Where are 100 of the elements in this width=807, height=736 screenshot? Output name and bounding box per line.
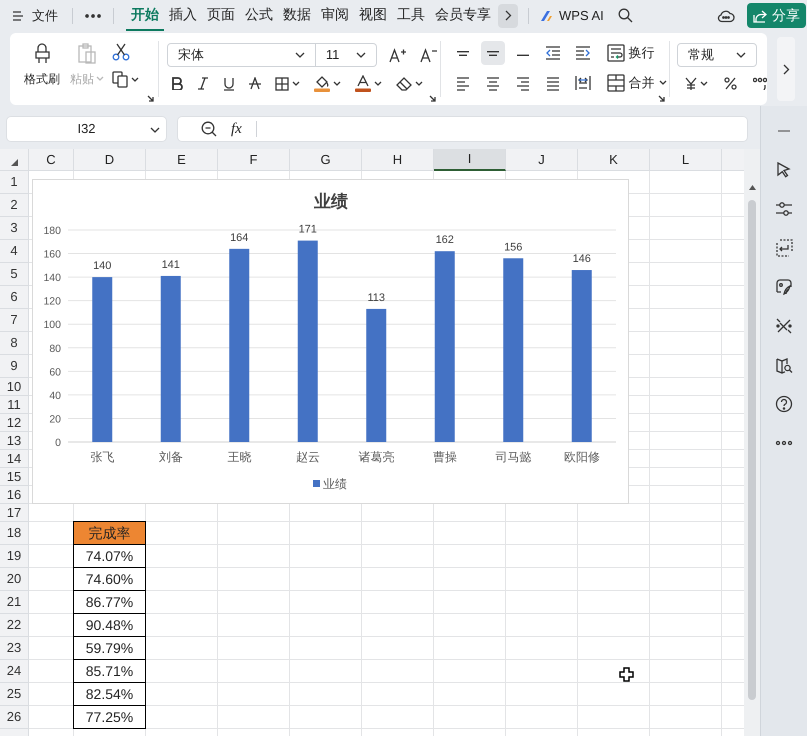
menu-tab[interactable]: 开始 <box>126 0 164 31</box>
font-name-dropdown[interactable]: 宋体 <box>166 43 316 67</box>
row-number[interactable]: 9 <box>0 355 28 378</box>
formula-input[interactable]: fx <box>177 116 748 142</box>
row-number[interactable]: 15 <box>0 468 28 486</box>
help-icon[interactable] <box>775 395 793 413</box>
column-header[interactable]: E <box>146 149 218 171</box>
dialog-launcher-icon[interactable] <box>658 95 666 102</box>
select-all-icon[interactable] <box>10 159 18 166</box>
function-label[interactable]: fx <box>231 118 242 140</box>
font-color-button[interactable] <box>354 75 382 92</box>
scroll-up-icon[interactable] <box>749 185 756 190</box>
dialog-launcher-icon[interactable] <box>146 95 154 102</box>
row-number[interactable]: 12 <box>0 414 28 432</box>
caret-icon[interactable] <box>292 80 300 86</box>
column-header[interactable]: C <box>29 149 74 171</box>
decrease-font-icon[interactable] <box>420 47 437 63</box>
row-number[interactable]: 4 <box>0 240 28 263</box>
ai-button[interactable]: WPS AI <box>539 6 604 26</box>
column-header[interactable]: G <box>290 149 362 171</box>
vertical-align-button[interactable] <box>480 41 505 65</box>
bold-icon[interactable] <box>170 77 183 90</box>
chevron-right-icon <box>504 10 512 21</box>
borders-button[interactable] <box>274 76 300 90</box>
more-icon[interactable] <box>85 14 101 18</box>
italic-icon[interactable] <box>196 77 209 90</box>
row-number[interactable]: 22 <box>0 614 28 637</box>
row-number[interactable]: 18 <box>0 522 28 545</box>
legend-label: 业绩 <box>323 477 347 491</box>
merge-button[interactable]: 合并 <box>606 73 667 93</box>
sliders-icon[interactable] <box>775 200 793 218</box>
pointer-icon[interactable] <box>775 161 793 179</box>
row-number[interactable]: 17 <box>0 504 28 522</box>
row-number[interactable]: 21 <box>0 591 28 614</box>
column-header[interactable]: I <box>434 149 506 171</box>
column-header[interactable]: D <box>74 149 146 171</box>
row-number[interactable]: 5 <box>0 263 28 286</box>
fill-color-button[interactable] <box>314 75 341 92</box>
row-number[interactable]: 24 <box>0 660 28 683</box>
tools-icon[interactable] <box>775 317 793 335</box>
row-number[interactable]: 13 <box>0 432 28 450</box>
menu-tab[interactable]: 数据 <box>278 0 316 31</box>
row-number[interactable]: 23 <box>0 637 28 660</box>
currency-button[interactable] <box>685 77 708 90</box>
strikethrough-icon[interactable] <box>248 77 261 90</box>
menu-tab[interactable]: 页面 <box>202 0 240 31</box>
row-number[interactable]: 1 <box>0 171 28 194</box>
scissors-icon[interactable] <box>112 43 130 61</box>
copy-button[interactable] <box>112 71 139 88</box>
image-edit-icon[interactable] <box>775 278 793 296</box>
menu-tab[interactable]: 工具 <box>392 0 430 31</box>
crop-rotate-icon[interactable] <box>775 239 793 257</box>
share-button[interactable]: 分享 <box>747 3 806 28</box>
number-format-dropdown[interactable]: 常规 <box>677 43 757 67</box>
increase-font-icon[interactable] <box>388 47 406 63</box>
file-menu[interactable]: 文件 <box>10 6 60 26</box>
row-number[interactable]: 3 <box>0 217 28 240</box>
search-icon[interactable] <box>618 8 633 23</box>
menu-tab[interactable]: 会员专享 <box>430 0 496 31</box>
chat-cloud-icon[interactable] <box>717 8 735 22</box>
row-number[interactable]: 11 <box>0 396 28 414</box>
data-label: 162 <box>436 234 454 246</box>
row-number[interactable]: 16 <box>0 486 28 504</box>
row-number[interactable]: 10 <box>0 378 28 396</box>
column-header[interactable]: J <box>506 149 578 171</box>
caret-icon[interactable] <box>658 80 667 86</box>
column-header[interactable]: L <box>650 149 722 171</box>
row-number[interactable]: 25 <box>0 683 28 706</box>
thousands-icon[interactable] <box>753 77 767 90</box>
menu-tab[interactable]: 审阅 <box>316 0 354 31</box>
row-number[interactable]: 14 <box>0 450 28 468</box>
row-number[interactable]: 2 <box>0 194 28 217</box>
column-header[interactable]: F <box>218 149 290 171</box>
scroll-right-button[interactable] <box>498 4 518 28</box>
row-number[interactable]: 7 <box>0 309 28 332</box>
scrollbar-thumb[interactable] <box>748 200 756 700</box>
font-size-dropdown[interactable]: 11 <box>316 43 377 67</box>
clear-button[interactable] <box>396 76 423 90</box>
row-number[interactable]: 8 <box>0 332 28 355</box>
row-number[interactable]: 6 <box>0 286 28 309</box>
name-box[interactable]: I32 <box>6 116 167 142</box>
menu-tab[interactable]: 插入 <box>164 0 202 31</box>
caret-icon[interactable] <box>700 80 708 86</box>
book-search-icon[interactable] <box>775 356 793 374</box>
dialog-launcher-icon[interactable] <box>428 95 436 102</box>
format-painter-button[interactable]: 格式刷 <box>22 42 62 88</box>
percent-icon[interactable] <box>724 77 737 90</box>
caret-icon[interactable] <box>374 80 382 86</box>
caret-icon[interactable] <box>332 80 341 86</box>
underline-icon[interactable] <box>222 76 235 90</box>
menu-tab[interactable]: 视图 <box>354 0 392 31</box>
wrap-text-button[interactable]: 换行 <box>606 43 655 63</box>
row-number[interactable]: 26 <box>0 706 28 729</box>
menu-tab[interactable]: 公式 <box>240 0 278 31</box>
zoom-out-icon[interactable] <box>201 121 217 137</box>
row-number[interactable]: 19 <box>0 545 28 568</box>
caret-icon[interactable] <box>131 76 139 82</box>
row-number[interactable]: 20 <box>0 568 28 591</box>
column-header[interactable]: K <box>578 149 650 171</box>
caret-icon[interactable] <box>414 80 423 86</box>
